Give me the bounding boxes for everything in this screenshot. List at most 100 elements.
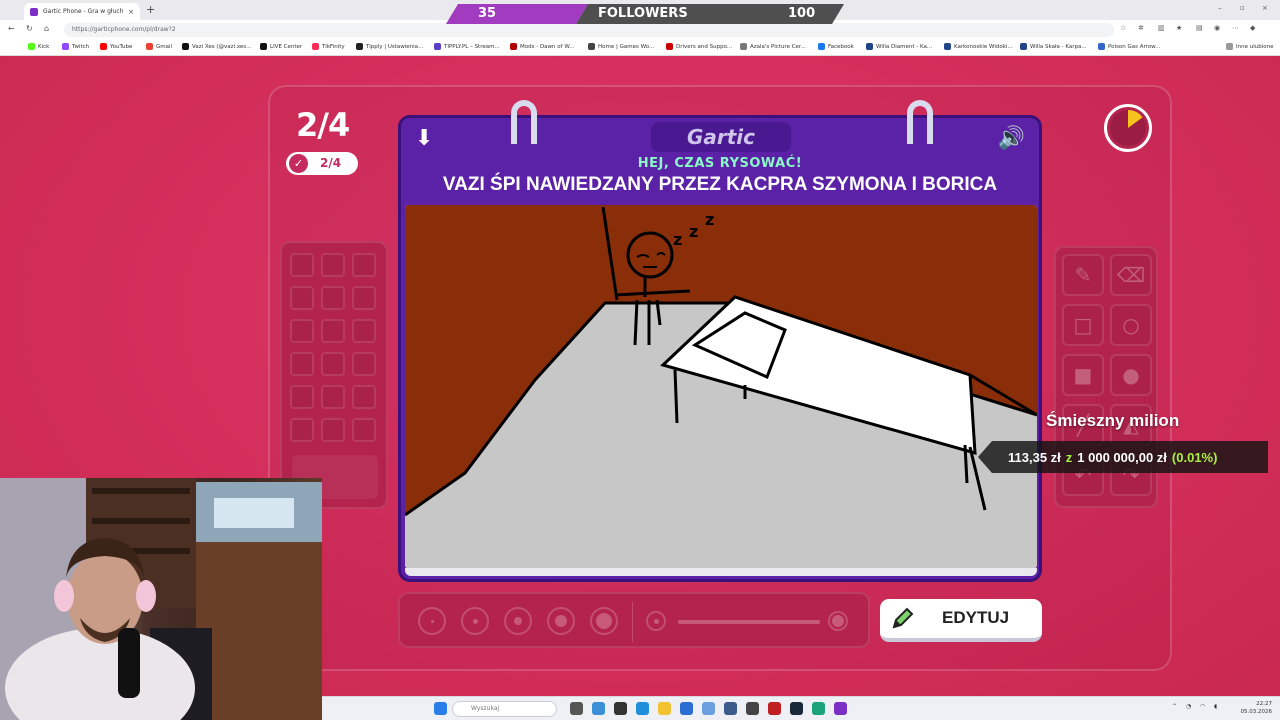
bookmark-item[interactable]: Facebook <box>818 43 854 50</box>
brush-size-2[interactable] <box>461 607 489 635</box>
file-explorer-icon[interactable] <box>658 702 671 715</box>
eraser-tool-icon[interactable]: ⌫ <box>1110 254 1152 296</box>
widgets-icon[interactable] <box>592 702 605 715</box>
bookmark-item[interactable]: Vazi Xes (@vazi.xes... <box>182 43 251 50</box>
tray-chevron-icon[interactable]: ⌃ <box>1172 703 1177 710</box>
color-swatch[interactable] <box>352 286 376 310</box>
start-icon[interactable] <box>434 702 447 715</box>
brush-size-1[interactable] <box>418 607 446 635</box>
brush-size-5[interactable] <box>590 607 618 635</box>
color-swatch[interactable] <box>352 352 376 376</box>
opacity-slider[interactable] <box>678 620 820 624</box>
bookmark-item[interactable]: Drivers and Suppo... <box>666 43 732 50</box>
color-swatch[interactable] <box>321 319 345 343</box>
color-swatch[interactable] <box>290 352 314 376</box>
brush-size-3[interactable] <box>504 607 532 635</box>
brush-size-4[interactable] <box>547 607 575 635</box>
url-input[interactable]: https://garticphone.com/pl/draw?2 <box>64 23 1114 37</box>
tray-icon[interactable]: ◔ <box>1186 703 1191 710</box>
home-icon[interactable]: ⌂ <box>44 24 49 33</box>
color-swatch[interactable] <box>321 352 345 376</box>
opacity-min-icon[interactable] <box>646 611 666 631</box>
color-swatch[interactable] <box>321 253 345 277</box>
app-icon[interactable] <box>702 702 715 715</box>
bookmark-item[interactable]: Inne ulubione <box>1226 43 1273 50</box>
edge-icon[interactable] <box>636 702 649 715</box>
color-swatch[interactable] <box>290 319 314 343</box>
color-swatch[interactable] <box>321 385 345 409</box>
bookmark-item[interactable]: YouTube <box>100 43 132 50</box>
color-swatch[interactable] <box>290 286 314 310</box>
drawing-canvas[interactable]: z z z <box>405 205 1037 569</box>
bookmark-favicon-icon <box>62 43 69 50</box>
sound-icon[interactable]: 🔊 <box>998 126 1025 151</box>
app-icon[interactable] <box>614 702 627 715</box>
maximize-icon[interactable]: ▫ <box>1240 4 1245 12</box>
color-swatch[interactable] <box>290 385 314 409</box>
steam-icon[interactable] <box>790 702 803 715</box>
store-icon[interactable] <box>680 702 693 715</box>
app-icon[interactable] <box>834 702 847 715</box>
bookmark-item[interactable]: LIVE Center <box>260 43 302 50</box>
color-swatch[interactable] <box>352 319 376 343</box>
app-icon[interactable] <box>768 702 781 715</box>
bookmark-item[interactable]: Poison Gas Arrow... <box>1098 43 1160 50</box>
bookmark-item[interactable]: Kick <box>28 43 49 50</box>
bookmark-item[interactable]: Willa Diament - Ka... <box>866 43 932 50</box>
task-view-icon[interactable] <box>570 702 583 715</box>
color-swatch[interactable] <box>352 253 376 277</box>
ellipse-tool-icon[interactable]: ○ <box>1110 304 1152 346</box>
windows-taskbar: Wyszukaj ⌃ ◔ ◠ ◖ 22:27 05.03.2026 <box>322 696 1280 720</box>
wifi-icon[interactable]: ◠ <box>1200 703 1205 710</box>
bookmark-label: Kick <box>38 43 50 50</box>
app-icon[interactable] <box>746 702 759 715</box>
collections-icon[interactable]: ▤ <box>1196 24 1203 32</box>
bookmark-item[interactable]: Azala's Picture Cer... <box>740 43 806 50</box>
back-icon[interactable]: ← <box>8 24 15 33</box>
pencil-tool-icon[interactable]: ✎ <box>1062 254 1104 296</box>
app-icon[interactable] <box>724 702 737 715</box>
color-swatch[interactable] <box>290 253 314 277</box>
new-tab-button[interactable]: + <box>146 3 155 17</box>
taskbar-search[interactable]: Wyszukaj <box>452 701 557 717</box>
taskbar-clock[interactable]: 22:27 05.03.2026 <box>1241 700 1273 716</box>
bookmark-item[interactable]: Gmail <box>146 43 172 50</box>
menu-icon[interactable]: ⋯ <box>1232 24 1239 32</box>
edit-button[interactable]: EDYTUJ <box>880 599 1042 642</box>
bookmark-item[interactable]: TIPPLY.PL – Stream... <box>434 43 500 50</box>
browser-tab[interactable]: Gartic Phone - Gra w głuchy t × <box>24 3 140 20</box>
favorite-star-icon[interactable]: ☆ <box>1120 24 1126 32</box>
extensions-icon[interactable]: ✲ <box>1138 24 1144 32</box>
color-swatch[interactable] <box>290 418 314 442</box>
bookmark-item[interactable]: Home | Games Wo... <box>588 43 654 50</box>
opacity-max-icon[interactable] <box>828 611 848 631</box>
app-icon[interactable] <box>812 702 825 715</box>
reload-icon[interactable]: ↻ <box>26 24 33 33</box>
bookmark-item[interactable]: Karkonoskie Widoki... <box>944 43 1013 50</box>
bookmark-label: Facebook <box>828 43 854 50</box>
minimize-icon[interactable]: – <box>1218 4 1222 12</box>
bookmark-item[interactable]: Willa Skała - Karpa... <box>1020 43 1087 50</box>
color-swatch[interactable] <box>321 418 345 442</box>
bookmark-item[interactable]: Twitch <box>62 43 89 50</box>
bookmark-item[interactable]: TikFinity <box>312 43 345 50</box>
download-icon[interactable]: ⬇ <box>415 126 433 151</box>
split-screen-icon[interactable]: ▥ <box>1158 24 1165 32</box>
bookmark-item[interactable]: Mods - Dawn of W... <box>510 43 574 50</box>
filled-ellipse-tool-icon[interactable]: ● <box>1110 354 1152 396</box>
bookmark-favicon-icon <box>1098 43 1105 50</box>
volume-icon[interactable]: ◖ <box>1214 703 1217 710</box>
color-swatch[interactable] <box>321 286 345 310</box>
bookmark-item[interactable]: Tipply | Ustawienia... <box>356 43 423 50</box>
color-swatch[interactable] <box>352 418 376 442</box>
profile-icon[interactable]: ◉ <box>1214 24 1220 32</box>
copilot-icon[interactable]: ◆ <box>1250 24 1255 32</box>
svg-text:z: z <box>705 210 714 229</box>
filled-rectangle-tool-icon[interactable]: ■ <box>1062 354 1104 396</box>
followers-progress-fill <box>446 4 588 24</box>
close-window-icon[interactable]: × <box>1262 4 1268 12</box>
favorites-icon[interactable]: ★ <box>1176 24 1182 32</box>
color-swatch[interactable] <box>352 385 376 409</box>
close-tab-icon[interactable]: × <box>128 8 134 16</box>
rectangle-tool-icon[interactable]: □ <box>1062 304 1104 346</box>
